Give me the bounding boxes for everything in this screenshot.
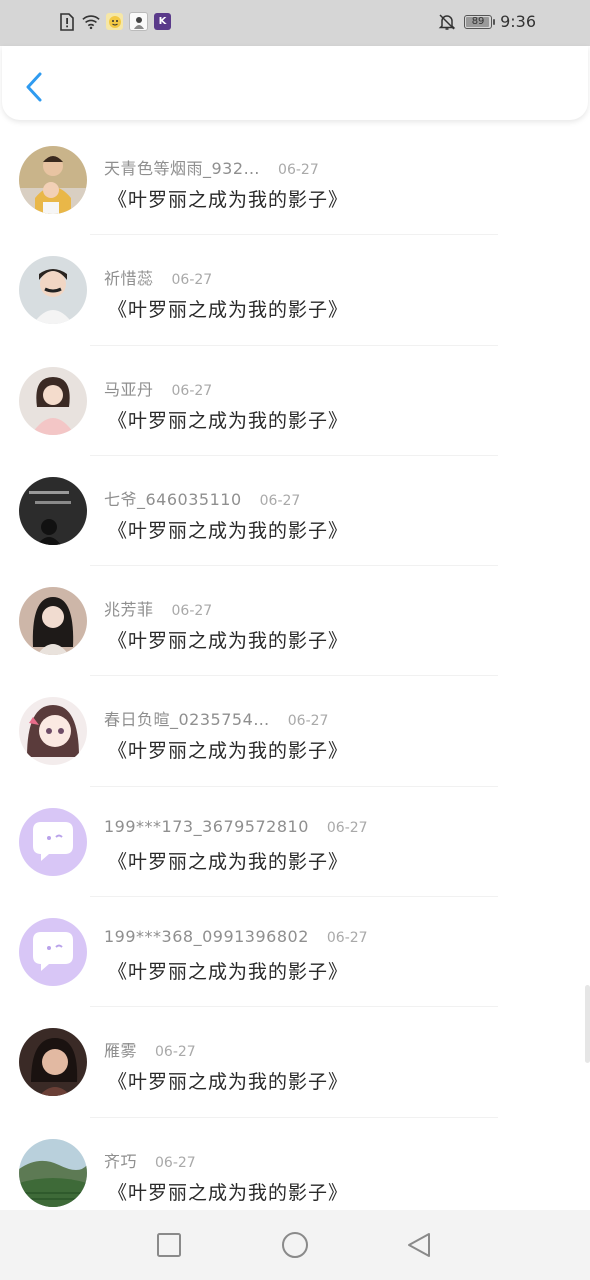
read-date: 06-27 (278, 162, 319, 178)
avatar[interactable] (19, 1028, 87, 1097)
list-item[interactable]: 马亚丹 06-27 《叶罗丽之成为我的影子》 (0, 346, 590, 456)
list-item[interactable]: 199***173_3679572810 06-27 《叶罗丽之成为我的影子》 (0, 787, 590, 898)
avatar[interactable] (19, 476, 87, 545)
app-notification-icon (129, 12, 148, 31)
list-item[interactable]: 七爷_646035110 06-27 《叶罗丽之成为我的影子》 (0, 456, 590, 567)
avatar[interactable] (19, 587, 87, 656)
reader-name: 七爷_646035110 (104, 489, 242, 509)
square-icon (157, 1233, 181, 1257)
avatar[interactable] (19, 918, 87, 987)
book-title: 《叶罗丽之成为我的影子》 (108, 189, 349, 211)
notification-alert-icon (58, 12, 76, 31)
top-app-bar (2, 46, 588, 120)
wifi-icon (82, 13, 100, 31)
clock: 9:36 (500, 12, 536, 31)
avatar[interactable] (19, 146, 87, 214)
app-notification-icon (106, 13, 123, 30)
reader-name: 199***173_3679572810 (104, 816, 309, 836)
read-date: 06-27 (171, 382, 213, 399)
list-item[interactable]: 天青色等烟雨_932… 06-27 《叶罗丽之成为我的影子》 (0, 125, 590, 236)
back-button[interactable] (20, 70, 48, 104)
read-date: 06-27 (171, 272, 213, 289)
status-icons-right: 89 9:36 (438, 12, 536, 31)
read-date: 06-27 (326, 930, 368, 947)
avatar[interactable] (19, 366, 87, 435)
book-title: 《叶罗丽之成为我的影子》 (108, 1181, 349, 1204)
reader-name: 雁雾 (104, 1041, 138, 1061)
reader-list: 天青色等烟雨_932… 06-27 《叶罗丽之成为我的影子》 祈惜蕊 06-27… (0, 125, 590, 1228)
reader-name: 齐巧 (104, 1151, 138, 1171)
battery-level: 89 (471, 16, 485, 27)
battery-indicator: 89 (464, 14, 496, 29)
chevron-left-icon (26, 72, 42, 102)
book-title: 《叶罗丽之成为我的影子》 (108, 961, 349, 984)
avatar[interactable] (19, 697, 87, 766)
book-title: 《叶罗丽之成为我的影子》 (108, 740, 349, 763)
status-icons-left: K (58, 12, 171, 31)
back-nav-button[interactable] (404, 1230, 434, 1260)
system-navigation-bar (0, 1210, 590, 1280)
reader-name: 天青色等烟雨_932… (104, 159, 261, 178)
list-item[interactable]: 雁雾 06-27 《叶罗丽之成为我的影子》 (0, 1007, 590, 1118)
book-title: 《叶罗丽之成为我的影子》 (108, 850, 349, 873)
reader-name: 兆芳菲 (104, 600, 154, 620)
avatar[interactable] (19, 807, 87, 876)
read-date: 06-27 (287, 713, 329, 730)
list-item[interactable]: 祈惜蕊 06-27 《叶罗丽之成为我的影子》 (0, 235, 590, 346)
read-date: 06-27 (259, 492, 301, 509)
avatar[interactable] (19, 1138, 87, 1207)
book-title: 《叶罗丽之成为我的影子》 (108, 1071, 349, 1094)
home-button[interactable] (280, 1230, 310, 1260)
book-title: 《叶罗丽之成为我的影子》 (108, 409, 349, 432)
status-bar: K 89 9:36 (0, 0, 590, 46)
list-item[interactable]: 兆芳菲 06-27 《叶罗丽之成为我的影子》 (0, 566, 590, 677)
k-app-icon: K (154, 13, 171, 30)
default-avatar-icon (19, 918, 87, 987)
read-date: 06-27 (155, 1044, 196, 1061)
reader-name: 马亚丹 (104, 379, 154, 399)
book-title: 《叶罗丽之成为我的影子》 (108, 630, 349, 653)
reader-name: 199***368_0991396802 (104, 927, 309, 947)
scrollbar[interactable] (585, 985, 590, 1063)
read-date: 06-27 (155, 1154, 196, 1171)
book-title: 《叶罗丽之成为我的影子》 (108, 299, 349, 322)
mute-bell-icon (438, 13, 456, 31)
reader-name: 祈惜蕊 (104, 269, 154, 289)
default-avatar-icon (19, 807, 87, 876)
avatar[interactable] (19, 256, 87, 325)
triangle-back-icon (408, 1233, 430, 1257)
recents-button[interactable] (154, 1230, 184, 1260)
book-title: 《叶罗丽之成为我的影子》 (108, 519, 349, 542)
list-item[interactable]: 199***368_0991396802 06-27 《叶罗丽之成为我的影子》 (0, 897, 590, 1008)
read-date: 06-27 (171, 603, 213, 620)
list-item[interactable]: 春日负暄_0235754… 06-27 《叶罗丽之成为我的影子》 (0, 676, 590, 787)
reader-name: 春日负暄_0235754… (104, 710, 270, 730)
circle-icon (282, 1232, 308, 1258)
read-date: 06-27 (326, 819, 368, 836)
